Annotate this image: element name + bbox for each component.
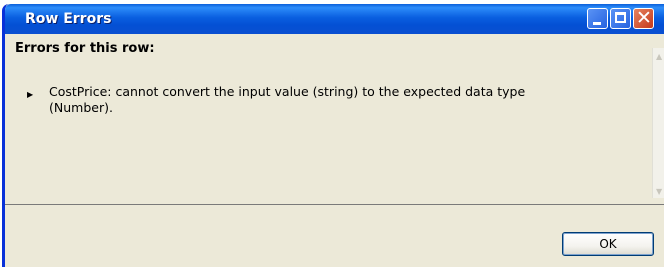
- close-button[interactable]: ✕: [633, 7, 654, 29]
- maximize-icon: [615, 12, 626, 23]
- dialog-content: [5, 34, 664, 204]
- error-message: CostPrice: cannot convert the input valu…: [49, 84, 526, 115]
- maximize-button[interactable]: [610, 8, 631, 29]
- minimize-button[interactable]: [587, 8, 608, 29]
- vertical-scrollbar[interactable]: ▲ ▼: [652, 48, 664, 198]
- scroll-down-icon[interactable]: ▼: [656, 187, 662, 196]
- row-errors-window: Row Errors ✕ Errors for this row: ▶ Cost…: [2, 4, 664, 267]
- ok-button[interactable]: OK: [562, 232, 654, 256]
- bullet-arrow-icon: ▶: [27, 90, 34, 99]
- divider: [5, 204, 664, 205]
- error-list: ▶ CostPrice: cannot convert the input va…: [27, 84, 587, 116]
- window-title: Row Errors: [25, 11, 112, 27]
- minimize-icon: [593, 22, 601, 25]
- close-icon: ✕: [636, 7, 652, 29]
- errors-heading: Errors for this row:: [15, 41, 155, 56]
- list-item: ▶ CostPrice: cannot convert the input va…: [27, 84, 587, 116]
- title-bar[interactable]: Row Errors ✕: [5, 4, 664, 34]
- scroll-up-icon[interactable]: ▲: [656, 52, 662, 61]
